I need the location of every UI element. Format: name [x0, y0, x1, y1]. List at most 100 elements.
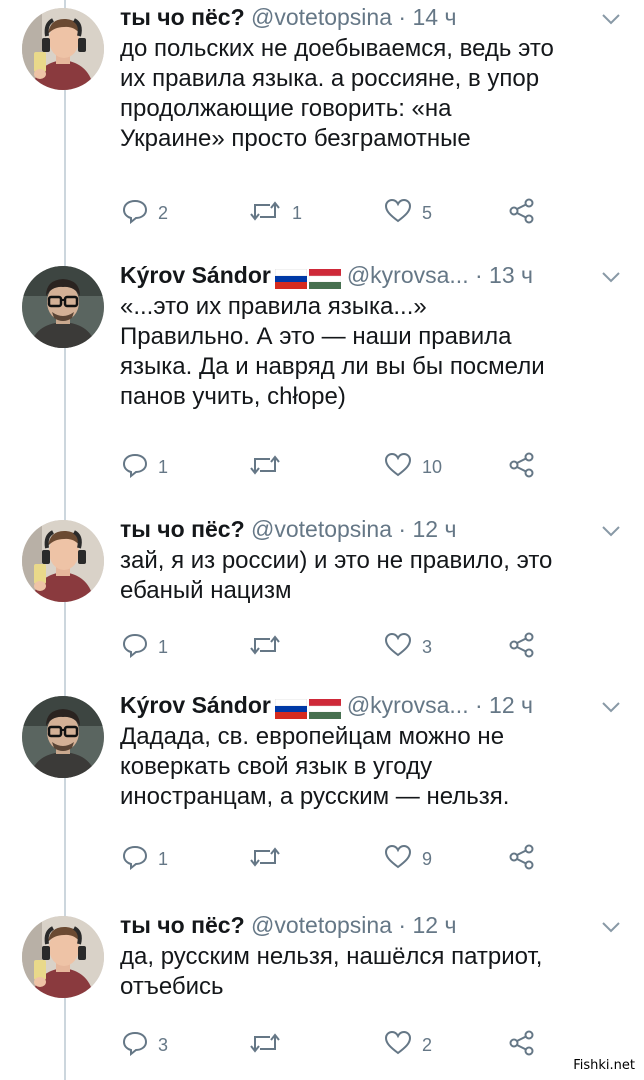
- separator-dot: ·: [398, 516, 407, 542]
- chevron-down-icon[interactable]: [600, 908, 622, 942]
- like-count: 9: [422, 848, 433, 869]
- reply-button[interactable]: 1: [122, 630, 168, 664]
- timestamp[interactable]: 13 ч: [489, 262, 533, 288]
- author-handle[interactable]: @kyrovsa...: [347, 262, 469, 288]
- like-button[interactable]: 10: [384, 450, 442, 484]
- chevron-down-icon[interactable]: [600, 0, 622, 34]
- separator-dot: ·: [398, 4, 407, 30]
- chevron-down-icon[interactable]: [600, 258, 622, 292]
- share-icon: [508, 844, 546, 875]
- heart-icon: [384, 1030, 422, 1061]
- reply-button[interactable]: 2: [122, 196, 168, 230]
- retweet-icon: [248, 1030, 292, 1061]
- tweet-actions: 3 2: [122, 1028, 542, 1062]
- tweet-text: до польских не доебываемся, ведь это их …: [120, 35, 554, 152]
- author-name[interactable]: Kýrov Sándor: [120, 692, 271, 718]
- like-button[interactable]: 2: [384, 1028, 432, 1062]
- share-button[interactable]: [508, 450, 546, 484]
- retweet-icon: [248, 844, 292, 875]
- author-name[interactable]: Kýrov Sándor: [120, 262, 271, 288]
- author-handle[interactable]: @votetopsina: [251, 516, 392, 542]
- like-count: 5: [422, 202, 433, 223]
- tweet-header: ты чо пёс? @votetopsina · 12 ч: [120, 908, 626, 942]
- tweet-actions: 1 9: [122, 842, 542, 876]
- author-handle[interactable]: @votetopsina: [251, 912, 392, 938]
- avatar[interactable]: [22, 266, 104, 348]
- author-name[interactable]: ты чо пёс?: [120, 516, 245, 542]
- share-icon: [508, 1030, 546, 1061]
- chevron-down-icon[interactable]: [600, 688, 622, 722]
- flags: [274, 690, 343, 724]
- retweet-button[interactable]: [248, 630, 292, 664]
- tweet-text: зай, я из россии) и это не правило, это …: [120, 547, 553, 604]
- timestamp[interactable]: 12 ч: [489, 692, 533, 718]
- chevron-down-icon[interactable]: [600, 512, 622, 546]
- share-icon: [508, 452, 546, 483]
- reply-icon: [122, 452, 158, 483]
- tweet-header: Kýrov Sándor @kyrovsa... · 13 ч: [120, 258, 626, 292]
- like-button[interactable]: 3: [384, 630, 432, 664]
- hungary-flag-icon: [308, 694, 343, 720]
- avatar[interactable]: [22, 916, 104, 998]
- heart-icon: [384, 198, 422, 229]
- reply-count: 3: [158, 1034, 169, 1055]
- timestamp[interactable]: 12 ч: [412, 516, 456, 542]
- avatar[interactable]: [22, 520, 104, 602]
- retweet-button[interactable]: [248, 1028, 292, 1062]
- tweet-actions: 2 1 5: [122, 196, 542, 230]
- like-count: 3: [422, 636, 433, 657]
- tweet-text: да, русским нельзя, нашёлся патриот, отъ…: [120, 943, 543, 1000]
- like-count: 10: [422, 456, 443, 477]
- like-count: 2: [422, 1034, 433, 1055]
- russia-flag-icon: [274, 694, 309, 720]
- retweet-button[interactable]: [248, 842, 292, 876]
- retweet-icon: [248, 198, 292, 229]
- timestamp[interactable]: 14 ч: [412, 4, 456, 30]
- flags: [274, 260, 343, 294]
- separator-dot: ·: [474, 692, 483, 718]
- tweet-actions: 1 3: [122, 630, 542, 664]
- separator-dot: ·: [398, 912, 407, 938]
- author-name[interactable]: ты чо пёс?: [120, 912, 245, 938]
- reply-count: 1: [158, 636, 169, 657]
- reply-count: 2: [158, 202, 169, 223]
- reply-icon: [122, 632, 158, 663]
- watermark: Fishki.net: [570, 1057, 638, 1074]
- retweet-button[interactable]: 1: [248, 196, 302, 230]
- reply-icon: [122, 198, 158, 229]
- avatar[interactable]: [22, 8, 104, 90]
- share-button[interactable]: [508, 196, 546, 230]
- reply-button[interactable]: 3: [122, 1028, 168, 1062]
- retweet-button[interactable]: [248, 450, 292, 484]
- retweet-count: 1: [292, 202, 303, 223]
- share-button[interactable]: [508, 842, 546, 876]
- author-handle[interactable]: @kyrovsa...: [347, 692, 469, 718]
- reply-count: 1: [158, 456, 169, 477]
- heart-icon: [384, 844, 422, 875]
- reply-button[interactable]: 1: [122, 450, 168, 484]
- reply-icon: [122, 844, 158, 875]
- share-icon: [508, 198, 546, 229]
- timestamp[interactable]: 12 ч: [412, 912, 456, 938]
- separator-dot: ·: [474, 262, 483, 288]
- tweet-text: Дадада, св. европейцам можно не коверкат…: [120, 723, 510, 810]
- like-button[interactable]: 9: [384, 842, 432, 876]
- author-name[interactable]: ты чо пёс?: [120, 4, 245, 30]
- share-button[interactable]: [508, 630, 546, 664]
- retweet-icon: [248, 452, 292, 483]
- reply-icon: [122, 1030, 158, 1061]
- heart-icon: [384, 632, 422, 663]
- tweet-header: ты чо пёс? @votetopsina · 14 ч: [120, 0, 626, 34]
- reply-count: 1: [158, 848, 169, 869]
- like-button[interactable]: 5: [384, 196, 432, 230]
- heart-icon: [384, 452, 422, 483]
- share-icon: [508, 632, 546, 663]
- tweet-header: ты чо пёс? @votetopsina · 12 ч: [120, 512, 626, 546]
- hungary-flag-icon: [308, 264, 343, 290]
- tweet-actions: 1 10: [122, 450, 542, 484]
- reply-button[interactable]: 1: [122, 842, 168, 876]
- author-handle[interactable]: @votetopsina: [251, 4, 392, 30]
- share-button[interactable]: [508, 1028, 546, 1062]
- tweet-text: «...это их правила языка...» Правильно. …: [120, 293, 545, 410]
- avatar[interactable]: [22, 696, 104, 778]
